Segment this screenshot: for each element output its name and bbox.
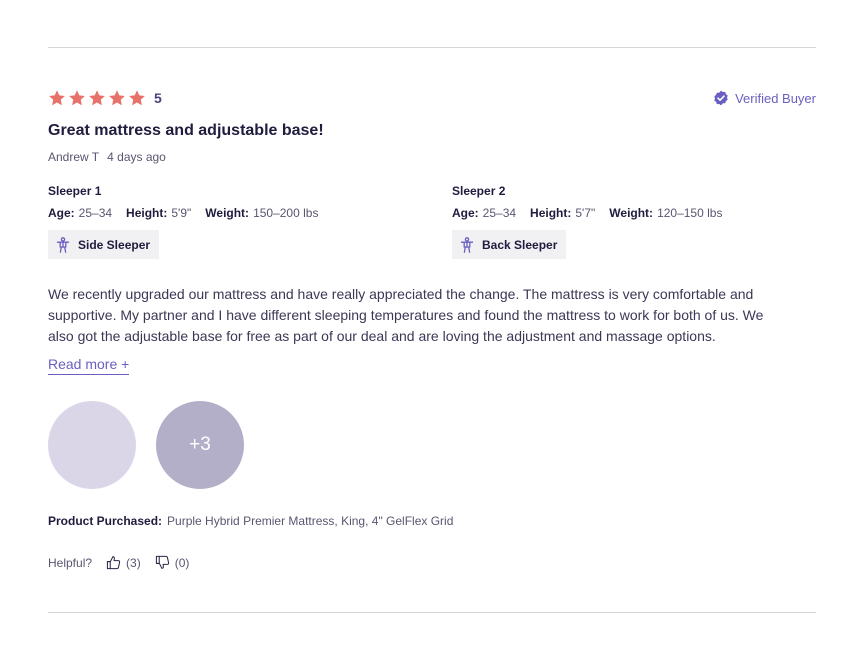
thumbs-up-icon (106, 556, 121, 570)
review-body: We recently upgraded our mattress and ha… (48, 286, 764, 344)
review-author: Andrew T (48, 150, 100, 164)
review-meta: Andrew T 4 days ago (48, 150, 166, 164)
age-value: 25–34 (78, 206, 113, 220)
star-rating (48, 89, 146, 107)
product-name: Purple Hybrid Premier Mattress, King, 4"… (167, 514, 454, 528)
helpful-yes-button[interactable]: (3) (106, 555, 141, 570)
review-photo-thumbnail[interactable] (48, 401, 136, 489)
sleeper-name: Sleeper 2 (452, 184, 506, 198)
sleeper-height: Height: 5'9" (126, 206, 191, 220)
helpful-no-button[interactable]: (0) (155, 555, 190, 570)
sleeper-2-details: Sleeper 2 Age: 25–34 Height: 5'7" Weight: 1… (452, 184, 722, 259)
sleep-position-label: Back Sleeper (482, 237, 558, 252)
helpful-voting: Helpful? (3) (0) (48, 555, 189, 570)
review-title: Great mattress and adjustable base! (48, 122, 324, 139)
sleeper-1-details: Sleeper 1 Age: 25–34 Height: 5'9" Weight: 1… (48, 184, 318, 259)
star-icon (109, 90, 125, 106)
sleep-position-chip: Back Sleeper (452, 230, 567, 259)
product-purchased: Product Purchased: Purple Hybrid Premier … (48, 514, 453, 528)
height-label: Height: (530, 206, 572, 220)
weight-label: Weight: (205, 206, 250, 220)
sleeper-weight: Weight: 150–200 lbs (205, 206, 318, 220)
rating-row: 5 (48, 88, 162, 108)
more-photos-count: +3 (189, 434, 211, 455)
review-date: 4 days ago (107, 150, 166, 164)
star-icon (49, 90, 65, 106)
height-label: Height: (126, 206, 168, 220)
product-label: Product Purchased: (48, 514, 163, 528)
sleeper-age: Age: 25–34 (452, 206, 516, 220)
verified-label: Verified Buyer (735, 90, 816, 106)
person-icon (460, 236, 474, 253)
star-icon (89, 90, 105, 106)
weight-value: 120–150 lbs (657, 206, 723, 220)
sleeper-weight: Weight: 120–150 lbs (609, 206, 722, 220)
read-more-link[interactable]: Read more + (48, 356, 130, 375)
sleeper-stats: Age: 25–34 Height: 5'7" Weight: 120–150 lbs (452, 206, 722, 220)
helpful-no-count: (0) (174, 555, 190, 570)
age-value: 25–34 (482, 206, 517, 220)
person-icon (56, 236, 70, 253)
verified-badge-icon (714, 90, 728, 106)
bottom-divider (48, 612, 816, 613)
sleeper-height: Height: 5'7" (530, 206, 595, 220)
thumbs-down-icon (155, 555, 169, 569)
verified-buyer-badge: Verified Buyer (713, 90, 816, 106)
helpful-yes-count: (3) (126, 555, 141, 570)
height-value: 5'7" (575, 206, 596, 220)
sleep-position-label: Side Sleeper (78, 237, 151, 252)
helpful-label: Helpful? (48, 555, 93, 570)
age-label: Age: (48, 206, 75, 220)
more-photos-button[interactable]: +3 (156, 401, 244, 489)
sleeper-name: Sleeper 1 (48, 184, 102, 198)
weight-label: Weight: (609, 206, 654, 220)
top-divider (48, 47, 816, 48)
sleeper-stats: Age: 25–34 Height: 5'9" Weight: 150–200 lbs (48, 206, 318, 220)
age-label: Age: (452, 206, 479, 220)
sleep-position-chip: Side Sleeper (48, 230, 160, 259)
star-icon (69, 90, 85, 106)
rating-value: 5 (154, 90, 162, 106)
height-value: 5'9" (171, 206, 192, 220)
weight-value: 150–200 lbs (253, 206, 319, 220)
star-icon (129, 90, 145, 106)
sleeper-age: Age: 25–34 (48, 206, 112, 220)
